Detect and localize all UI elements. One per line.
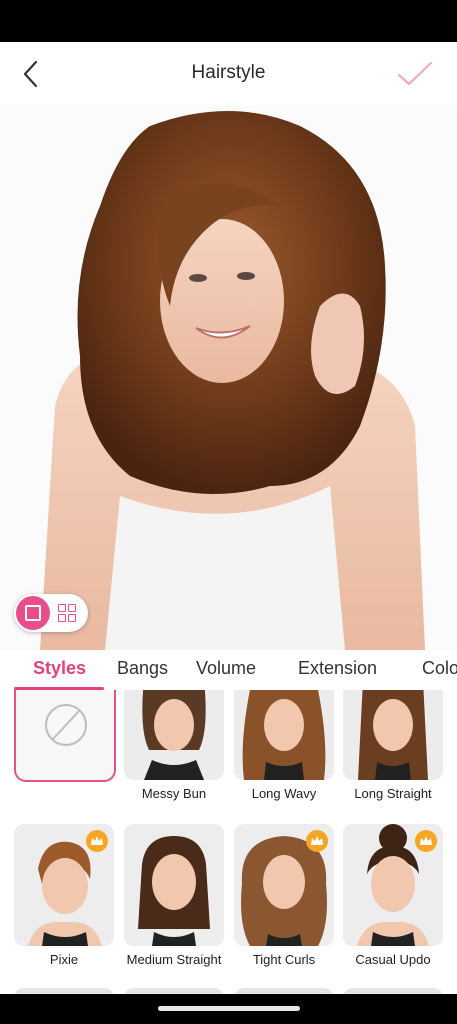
home-indicator[interactable] <box>158 1006 300 1011</box>
style-thumbnail <box>234 690 334 780</box>
checkmark-icon <box>397 61 433 86</box>
grid-view-icon[interactable] <box>58 604 76 622</box>
style-label: Tight Curls <box>252 952 316 967</box>
no-style-icon <box>45 704 87 746</box>
tab-bangs[interactable]: Bangs <box>117 658 168 679</box>
style-thumbnail <box>14 824 114 946</box>
crown-icon <box>86 830 108 852</box>
style-label: Pixie <box>49 952 79 967</box>
style-label: Long Wavy <box>251 786 317 801</box>
tab-extension[interactable]: Extension <box>298 658 377 679</box>
status-bar <box>0 0 457 42</box>
style-thumbnail <box>343 690 443 780</box>
crown-icon <box>306 830 328 852</box>
style-grid: Messy Bun Long Wavy Long Straight Pixie … <box>0 690 457 994</box>
hairstyle-preview-photo[interactable] <box>0 106 457 650</box>
style-thumbnail <box>234 824 334 946</box>
confirm-button[interactable] <box>395 58 435 90</box>
style-tile-medium-straight[interactable]: Medium Straight <box>124 824 224 967</box>
system-navigation-bar <box>0 994 457 1024</box>
style-tile-tight-curls[interactable]: Tight Curls <box>234 824 334 967</box>
style-label: Long Straight <box>354 786 432 801</box>
tab-styles[interactable]: Styles <box>33 658 86 679</box>
tab-volume[interactable]: Volume <box>196 658 256 679</box>
style-tile-casual-updo[interactable]: Casual Updo <box>343 824 443 967</box>
style-thumbnail <box>124 690 224 780</box>
category-tabs: Styles Bangs Volume Extension Colo <box>0 650 457 691</box>
page-title: Hairstyle <box>191 62 266 83</box>
style-tile-long-straight[interactable]: Long Straight <box>343 690 443 801</box>
style-thumbnail <box>124 824 224 946</box>
top-bar: Hairstyle <box>0 42 457 106</box>
style-tile-messy-bun[interactable]: Messy Bun <box>124 690 224 801</box>
style-tile-pixie[interactable]: Pixie <box>14 824 114 967</box>
style-label: Casual Updo <box>355 952 431 967</box>
style-thumbnail <box>343 824 443 946</box>
single-view-icon[interactable] <box>16 596 50 630</box>
no-style-option[interactable] <box>14 690 116 782</box>
crown-icon <box>415 830 437 852</box>
tab-color[interactable]: Colo <box>422 658 457 679</box>
style-label: Medium Straight <box>126 952 222 967</box>
view-mode-toggle <box>14 594 88 632</box>
style-label: Messy Bun <box>141 786 207 801</box>
style-tile-long-wavy[interactable]: Long Wavy <box>234 690 334 801</box>
